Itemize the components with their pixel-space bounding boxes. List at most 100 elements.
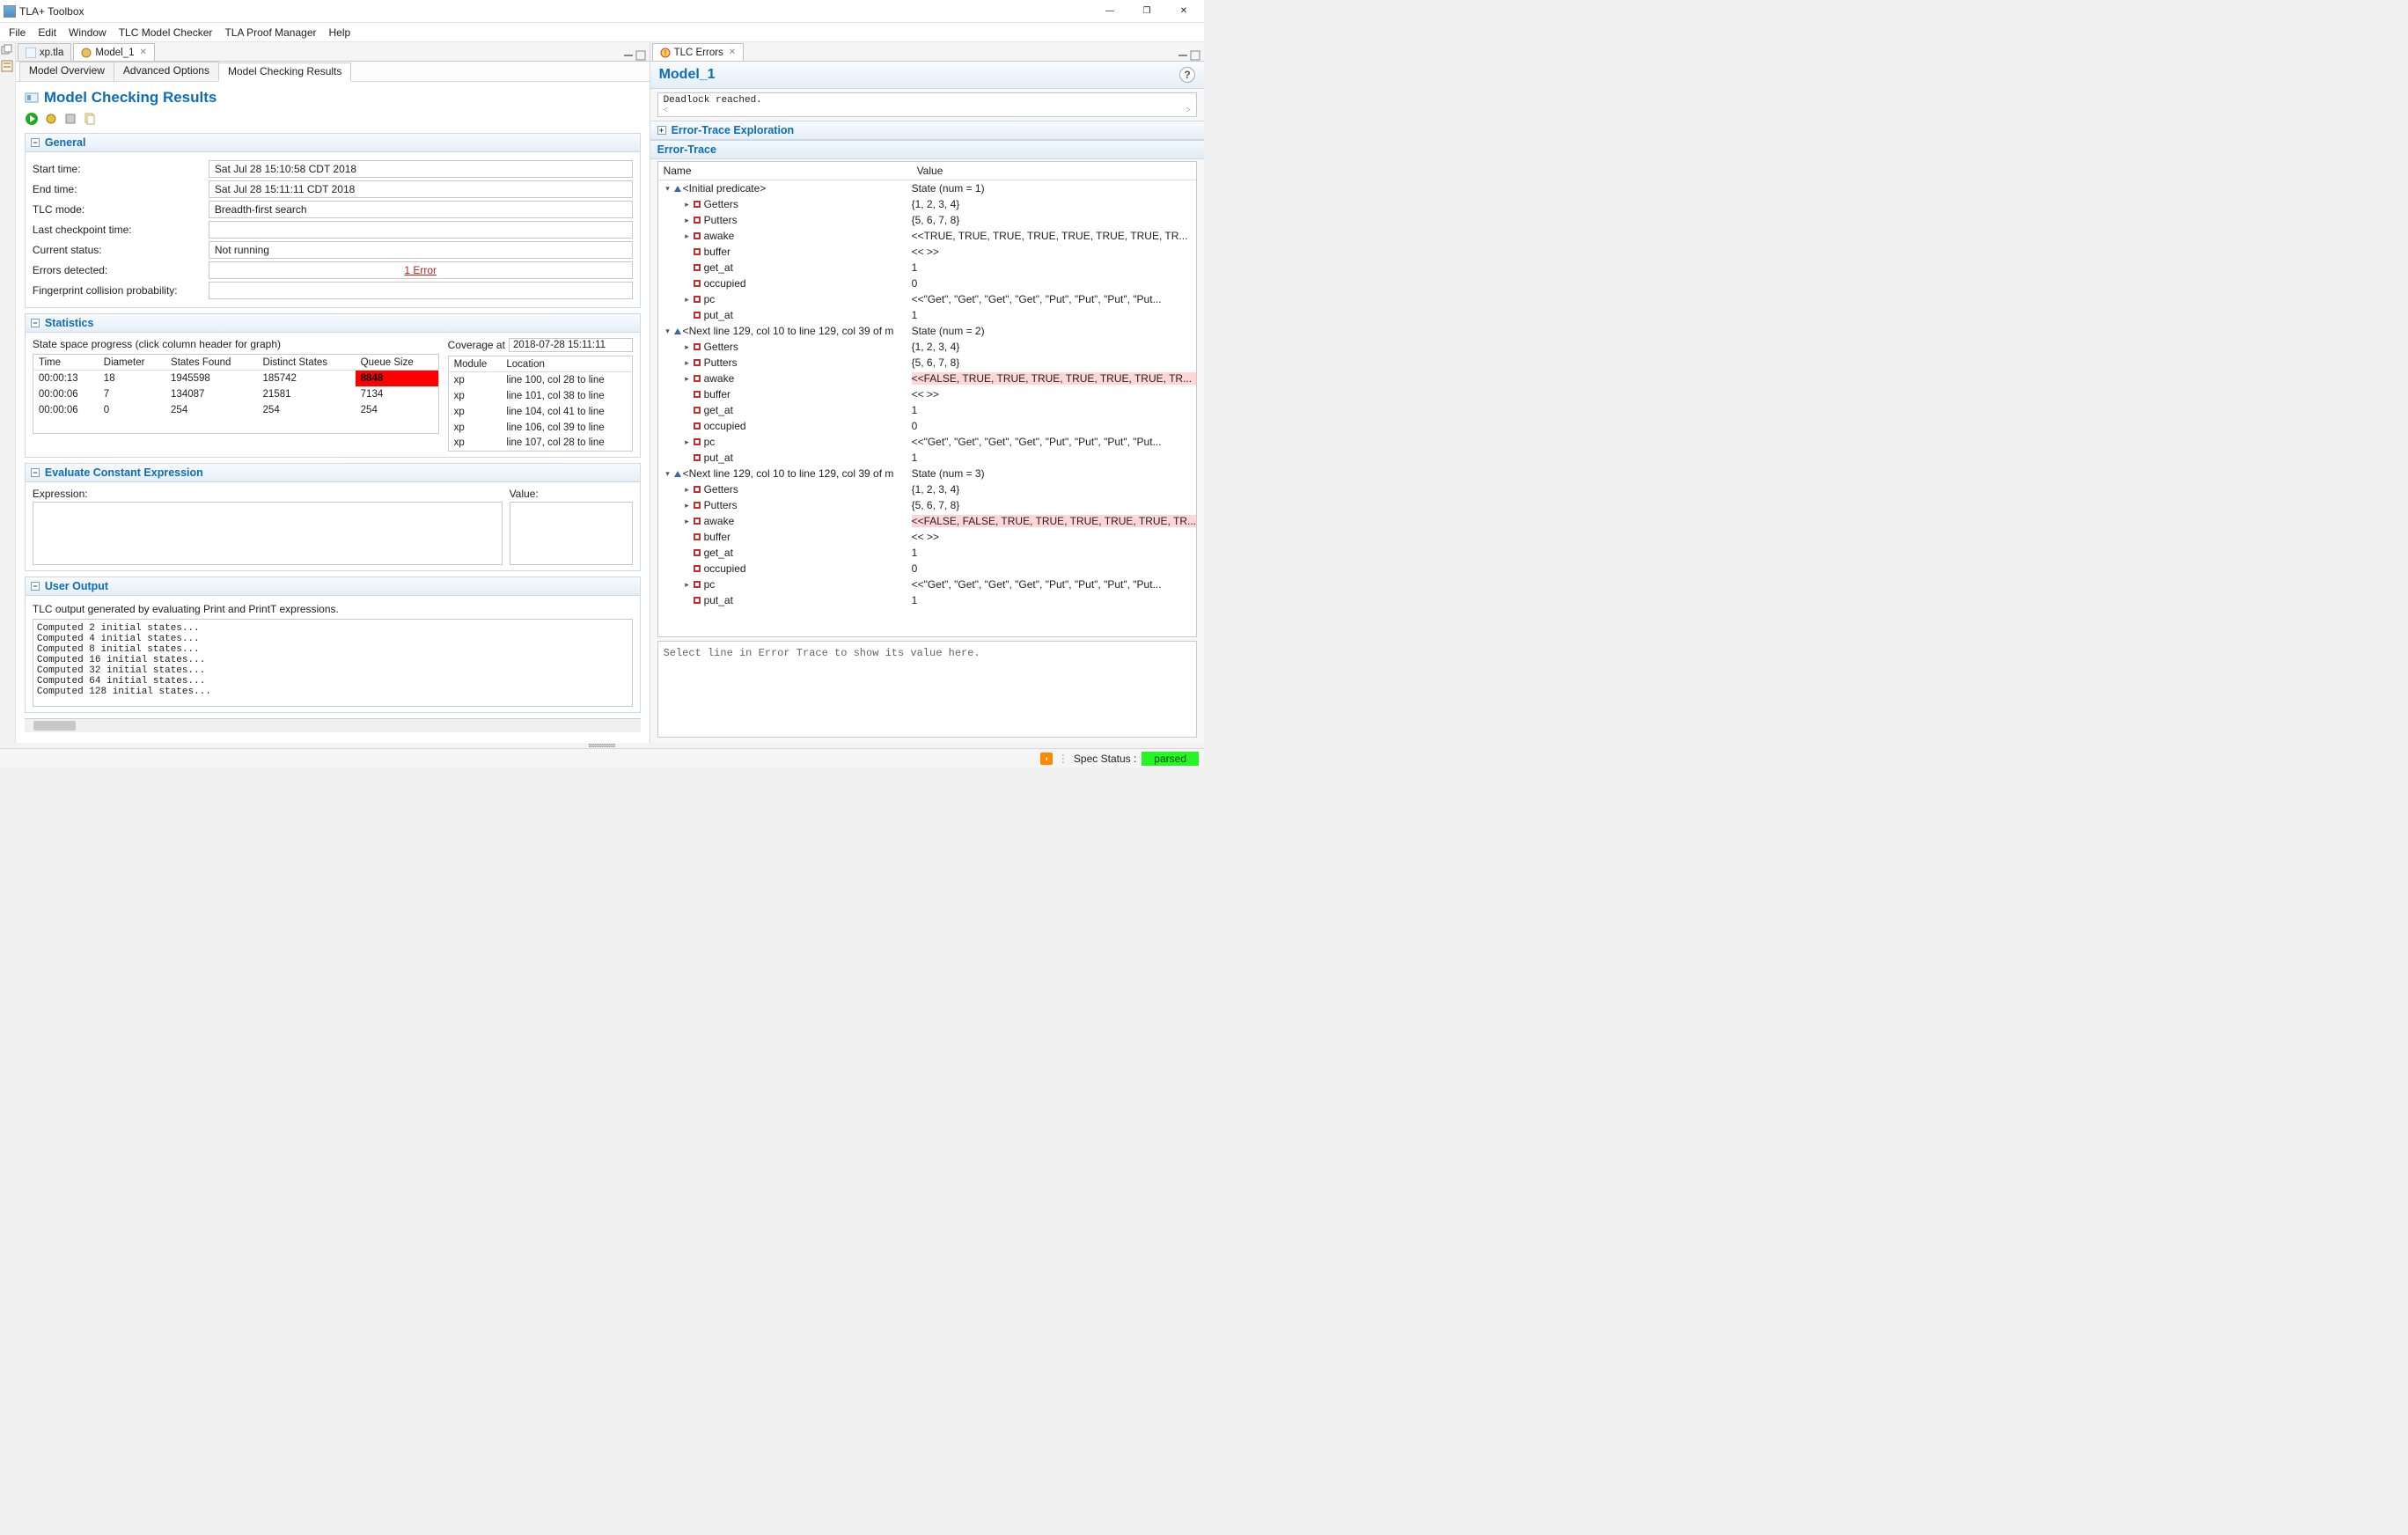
trace-var-row[interactable]: get_at1 (658, 545, 1196, 561)
chevron-right-icon[interactable]: ▸ (683, 295, 692, 305)
trace-var-row[interactable]: ▸pc<<"Get", "Get", "Get", "Get", "Put", … (658, 577, 1196, 592)
chevron-right-icon[interactable]: ▸ (683, 517, 692, 526)
gear-yellow-icon[interactable] (44, 112, 58, 126)
trace-var-row[interactable]: put_at1 (658, 592, 1196, 608)
collapse-icon[interactable]: − (31, 582, 40, 591)
subtab-results[interactable]: Model Checking Results (218, 62, 351, 82)
collapse-icon[interactable]: − (31, 319, 40, 327)
col-value[interactable]: Value (912, 162, 1196, 180)
chevron-right-icon[interactable]: ▸ (683, 216, 692, 225)
trace-state-row[interactable]: ▾<Next line 129, col 10 to line 129, col… (658, 466, 1196, 481)
trace-var-row[interactable]: occupied0 (658, 275, 1196, 291)
trace-var-row[interactable]: ▸awake<<FALSE, FALSE, TRUE, TRUE, TRUE, … (658, 513, 1196, 529)
stop-icon[interactable] (63, 112, 77, 126)
minimize-view-icon[interactable] (1178, 50, 1188, 61)
chevron-right-icon[interactable]: ▸ (683, 200, 692, 209)
prev-error-icon[interactable]: < (664, 106, 669, 115)
expand-icon[interactable]: + (657, 126, 666, 135)
results-content[interactable]: Model Checking Results − General Start t… (16, 82, 650, 743)
chevron-right-icon[interactable]: ▸ (683, 580, 692, 590)
chevron-right-icon[interactable]: ▸ (683, 485, 692, 495)
table-row[interactable]: xpline 101, col 38 to line (448, 388, 632, 404)
trace-var-row[interactable]: buffer<< >> (658, 244, 1196, 260)
table-row[interactable]: xpline 104, col 41 to line (448, 404, 632, 420)
trace-var-row[interactable]: ▸pc<<"Get", "Get", "Get", "Get", "Put", … (658, 291, 1196, 307)
trace-var-row[interactable]: ▸Getters{1, 2, 3, 4} (658, 196, 1196, 212)
close-icon[interactable]: ✕ (729, 48, 736, 57)
chevron-down-icon[interactable]: ▾ (664, 184, 672, 194)
col-header[interactable]: Distinct States (258, 355, 356, 371)
subtab-overview[interactable]: Model Overview (19, 62, 114, 81)
trace-var-row[interactable]: buffer<< >> (658, 386, 1196, 402)
coverage-table[interactable]: ModuleLocation xpline 100, col 28 to lin… (448, 356, 633, 452)
trace-var-row[interactable]: ▸Putters{5, 6, 7, 8} (658, 212, 1196, 228)
menu-edit[interactable]: Edit (33, 25, 62, 40)
trace-state-row[interactable]: ▾<Initial predicate>State (num = 1) (658, 180, 1196, 196)
tab-tlc-errors[interactable]: ! TLC Errors ✕ (652, 43, 745, 61)
horizontal-scrollbar[interactable] (25, 718, 641, 732)
table-row[interactable]: xpline 100, col 28 to line (448, 372, 632, 388)
collapse-icon[interactable]: − (31, 468, 40, 477)
user-output-text[interactable]: Computed 2 initial states... Computed 4 … (33, 619, 633, 707)
col-header[interactable]: Diameter (99, 355, 165, 371)
close-button[interactable]: ✕ (1172, 3, 1195, 20)
col-name[interactable]: Name (658, 162, 912, 180)
maximize-view-icon[interactable] (635, 50, 646, 61)
rss-icon[interactable]: ◖ (1040, 753, 1053, 765)
chevron-down-icon[interactable]: ▾ (664, 327, 672, 336)
subtab-advanced[interactable]: Advanced Options (114, 62, 219, 81)
col-header[interactable]: Location (501, 356, 632, 372)
trace-var-row[interactable]: ▸awake<<TRUE, TRUE, TRUE, TRUE, TRUE, TR… (658, 228, 1196, 244)
trace-var-row[interactable]: put_at1 (658, 307, 1196, 323)
trace-var-row[interactable]: ▸Putters{5, 6, 7, 8} (658, 497, 1196, 513)
tab-model-1[interactable]: Model_1 ✕ (73, 43, 155, 61)
minimize-button[interactable]: — (1098, 3, 1121, 20)
chevron-right-icon[interactable]: ▸ (683, 501, 692, 510)
section-general-header[interactable]: − General (26, 134, 640, 152)
col-header[interactable]: Time (33, 355, 98, 371)
table-row[interactable]: 00:00:060254254254 (33, 402, 438, 418)
trace-var-row[interactable]: put_at1 (658, 450, 1196, 466)
state-space-table[interactable]: TimeDiameterStates FoundDistinct StatesQ… (33, 354, 439, 434)
chevron-down-icon[interactable]: ▾ (664, 469, 672, 479)
table-row[interactable]: 00:00:067134087215817134 (33, 386, 438, 402)
trace-state-row[interactable]: ▾<Next line 129, col 10 to line 129, col… (658, 323, 1196, 339)
section-statistics-header[interactable]: − Statistics (26, 314, 640, 333)
table-row[interactable]: xpline 106, col 39 to line (448, 420, 632, 436)
col-header[interactable]: Module (448, 356, 501, 372)
menu-tlc[interactable]: TLC Model Checker (114, 25, 218, 40)
menu-file[interactable]: File (4, 25, 31, 40)
tab-xp-tla[interactable]: xp.tla (18, 43, 72, 61)
expression-input[interactable] (33, 502, 503, 565)
trace-var-row[interactable]: ▸pc<<"Get", "Get", "Get", "Get", "Put", … (658, 434, 1196, 450)
error-trace-table[interactable]: Name Value ▾<Initial predicate>State (nu… (657, 161, 1197, 637)
minimize-view-icon[interactable] (623, 50, 634, 61)
copy-icon[interactable] (83, 112, 97, 126)
section-evaluate-header[interactable]: − Evaluate Constant Expression (26, 464, 640, 482)
chevron-right-icon[interactable]: ▸ (683, 437, 692, 447)
error-trace-exploration-header[interactable]: + Error-Trace Exploration (650, 121, 1204, 140)
trace-var-row[interactable]: ▸awake<<FALSE, TRUE, TRUE, TRUE, TRUE, T… (658, 371, 1196, 386)
trace-var-row[interactable]: ▸Getters{1, 2, 3, 4} (658, 339, 1196, 355)
trace-var-row[interactable]: buffer<< >> (658, 529, 1196, 545)
spec-explorer-icon[interactable] (1, 60, 13, 72)
maximize-button[interactable]: ❐ (1135, 3, 1158, 20)
trace-var-row[interactable]: get_at1 (658, 402, 1196, 418)
error-message-box[interactable]: Deadlock reached. < > (657, 92, 1197, 117)
chevron-right-icon[interactable]: ▸ (683, 342, 692, 352)
maximize-view-icon[interactable] (1190, 50, 1200, 61)
run-button[interactable] (25, 112, 39, 126)
next-error-icon[interactable]: > (1186, 106, 1191, 115)
table-row[interactable]: xpline 107, col 28 to line (448, 436, 632, 452)
chevron-right-icon[interactable]: ▸ (683, 231, 692, 241)
menu-help[interactable]: Help (324, 25, 356, 40)
section-user-output-header[interactable]: − User Output (26, 577, 640, 596)
errors-link[interactable]: 1 Error (209, 261, 633, 279)
trace-var-row[interactable]: ▸Putters{5, 6, 7, 8} (658, 355, 1196, 371)
chevron-right-icon[interactable]: ▸ (683, 374, 692, 384)
menu-window[interactable]: Window (63, 25, 112, 40)
table-row[interactable]: 00:00:131819455981857428848 (33, 371, 438, 386)
help-icon[interactable]: ? (1179, 67, 1195, 83)
collapse-icon[interactable]: − (31, 138, 40, 147)
trace-var-row[interactable]: occupied0 (658, 561, 1196, 577)
